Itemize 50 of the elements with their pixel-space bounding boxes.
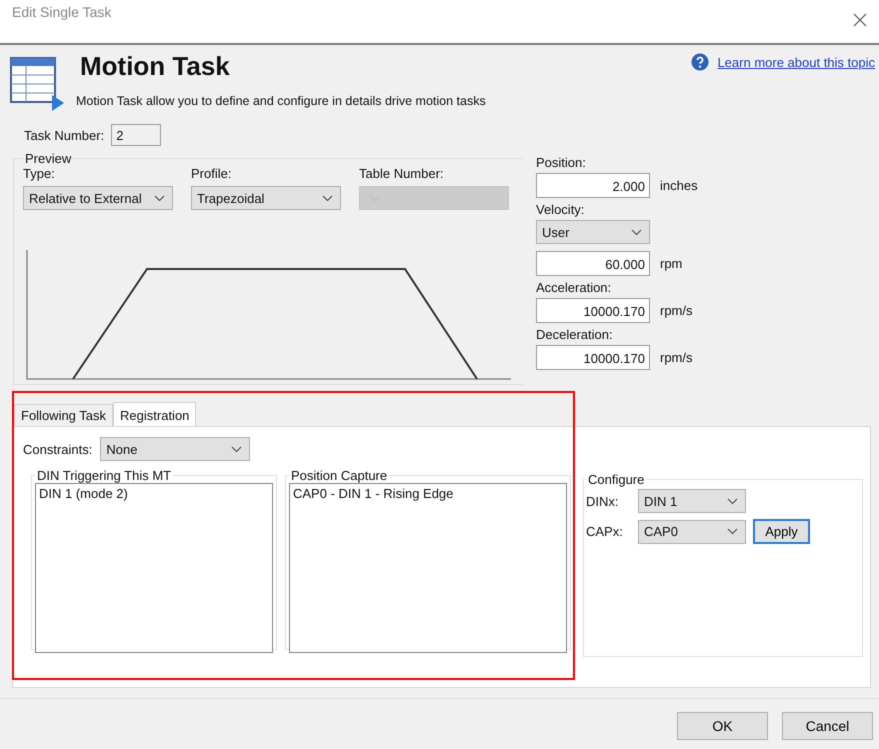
chevron-icon (631, 228, 642, 236)
number-field[interactable]: 60.000 (536, 251, 650, 276)
close-icon[interactable] (853, 12, 867, 26)
dropdown[interactable]: Trapezoidal (191, 186, 341, 210)
number-field[interactable]: 2.000 (536, 173, 650, 198)
dropdown[interactable]: User (536, 220, 650, 244)
window-title: Edit Single Task (12, 4, 112, 20)
chevron-icon (322, 194, 333, 202)
ok-button[interactable]: OK (677, 712, 768, 740)
dropdown[interactable]: None (100, 437, 250, 461)
field-label: Type: (23, 166, 56, 181)
number-field[interactable]: 10000.170 (536, 345, 650, 370)
group-title: Position Capture (290, 468, 388, 483)
table-icon (10, 57, 66, 113)
group-title: Configure (587, 472, 646, 487)
field-label: Profile: (191, 166, 232, 181)
field-label: Deceleration: (536, 326, 614, 344)
group-title: DIN Triggering This MT (36, 468, 172, 483)
dropdown[interactable]: CAP0 (638, 520, 746, 544)
chevron-icon (727, 498, 738, 504)
task-number-field[interactable]: 2 (111, 124, 162, 146)
list-item[interactable]: CAP0 - DIN 1 - Rising Edge (293, 486, 563, 501)
dropdown[interactable]: Relative to External (23, 186, 173, 210)
tab[interactable]: Following Task (14, 404, 114, 426)
help-icon[interactable] (691, 53, 710, 71)
cancel-button[interactable]: Cancel (782, 712, 873, 740)
field-label: Table Number: (359, 166, 445, 181)
field-label: CAPx: (586, 524, 624, 539)
tab[interactable]: Registration (113, 402, 196, 427)
help-link[interactable]: Learn more about this topic (717, 54, 875, 70)
unit-label: rpm (660, 256, 682, 271)
field-label: Position: (536, 154, 587, 172)
field-label: Constraints: (23, 442, 92, 456)
page-title: Motion Task (80, 51, 231, 82)
apply-button[interactable]: Apply (753, 519, 810, 544)
unit-label: rpm/s (660, 303, 692, 318)
chevron-icon (727, 528, 738, 535)
chevron-icon (231, 446, 242, 452)
field-label: Acceleration: (536, 279, 612, 297)
chevron-icon (154, 194, 165, 202)
group-title: Preview (24, 151, 72, 166)
dropdown[interactable]: DIN 1 (638, 489, 746, 513)
unit-label: rpm/s (660, 350, 692, 365)
field-label: Velocity: (536, 201, 586, 219)
unit-label: inches (660, 178, 698, 193)
list-item[interactable]: DIN 1 (mode 2) (39, 486, 269, 501)
page-description: Motion Task allow you to define and configure in details drive motion tasks (76, 94, 487, 108)
field-label: DINx: (586, 494, 620, 508)
field-label: Task Number: (24, 128, 104, 142)
number-field[interactable]: 10000.170 (536, 298, 650, 323)
